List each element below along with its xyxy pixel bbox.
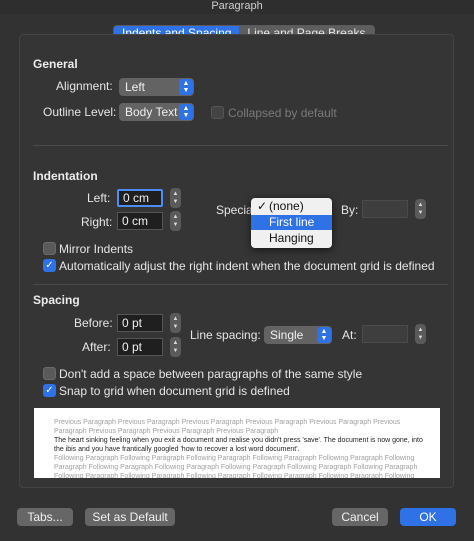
popup-arrows-icon: ▲ ▼ <box>179 79 193 95</box>
outline-level-popup[interactable]: Body Text ▲ ▼ <box>119 103 194 121</box>
special-option-first-line-label: First line <box>269 215 315 229</box>
alignment-value: Left <box>125 80 146 94</box>
section-divider <box>33 145 448 146</box>
preview-following-text: Following Paragraph Following Paragraph … <box>54 455 418 478</box>
special-dropdown-menu: ✓ (none) First line Hanging <box>251 198 332 248</box>
snap-to-grid-label: Snap to grid when document grid is defin… <box>59 384 290 398</box>
popup-arrows-icon: ▲ ▼ <box>317 327 331 343</box>
at-label: At: <box>342 328 357 342</box>
cancel-button[interactable]: Cancel <box>332 508 388 526</box>
auto-adjust-label: Automatically adjust the right indent wh… <box>59 259 435 273</box>
alignment-label: Alignment: <box>56 79 113 93</box>
spacing-before-label: Before: <box>74 316 113 330</box>
checkmark-icon: ✓ <box>45 260 54 271</box>
special-option-hanging-label: Hanging <box>269 231 314 245</box>
snap-to-grid-checkbox[interactable]: ✓ <box>43 384 56 397</box>
left-indent-label: Left: <box>87 191 111 205</box>
mirror-indents-label: Mirror Indents <box>59 242 134 256</box>
spacing-after-stepper-icon[interactable]: ▲ ▼ <box>170 337 181 357</box>
set-as-default-button[interactable]: Set as Default <box>85 508 175 526</box>
window-title: Paragraph <box>0 0 474 14</box>
special-option-first-line[interactable]: First line <box>251 215 332 230</box>
line-spacing-popup[interactable]: Single ▲ ▼ <box>264 326 332 344</box>
checkmark-icon: ✓ <box>45 385 54 396</box>
special-option-none[interactable]: ✓ (none) <box>251 199 332 214</box>
alignment-popup[interactable]: Left ▲ ▼ <box>119 78 194 96</box>
by-stepper-icon[interactable]: ▲ ▼ <box>415 199 426 219</box>
no-space-between-label: Don't add a space between paragraphs of … <box>59 367 363 381</box>
left-indent-stepper-icon[interactable]: ▲ ▼ <box>170 188 181 208</box>
special-option-hanging[interactable]: Hanging <box>251 231 332 246</box>
special-option-none-label: (none) <box>269 199 304 213</box>
left-indent-field[interactable]: 0 cm <box>117 189 163 207</box>
checkmark-icon: ✓ <box>257 199 268 213</box>
indentation-heading: Indentation <box>33 169 98 183</box>
at-stepper-icon[interactable]: ▲ ▼ <box>415 324 426 344</box>
section-divider <box>33 284 448 285</box>
ok-button[interactable]: OK <box>400 508 456 526</box>
collapsed-by-default-label: Collapsed by default <box>228 106 337 120</box>
at-field[interactable] <box>362 325 408 343</box>
spacing-heading: Spacing <box>33 293 80 307</box>
outline-level-value: Body Text <box>125 105 178 119</box>
tabs-button[interactable]: Tabs... <box>17 508 73 526</box>
right-indent-stepper-icon[interactable]: ▲ ▼ <box>170 211 181 231</box>
no-space-between-checkbox[interactable] <box>43 367 56 380</box>
preview-main-text: The heart sinking feeling when you exit … <box>54 437 423 453</box>
mirror-indents-checkbox[interactable] <box>43 242 56 255</box>
popup-arrows-icon: ▲ ▼ <box>179 104 193 120</box>
outline-level-label: Outline Level: <box>43 105 117 119</box>
by-field[interactable] <box>362 200 408 218</box>
preview-previous-text: Previous Paragraph Previous Paragraph Pr… <box>54 419 401 435</box>
auto-adjust-checkbox[interactable]: ✓ <box>43 259 56 272</box>
by-label: By: <box>341 203 359 217</box>
right-indent-label: Right: <box>81 215 113 229</box>
general-heading: General <box>33 57 78 71</box>
special-label: Special <box>216 203 256 217</box>
spacing-after-label: After: <box>82 340 111 354</box>
spacing-before-stepper-icon[interactable]: ▲ ▼ <box>170 313 181 333</box>
spacing-after-field[interactable]: 0 pt <box>117 338 163 356</box>
spacing-before-field[interactable]: 0 pt <box>117 314 163 332</box>
paragraph-preview: Previous Paragraph Previous Paragraph Pr… <box>34 408 440 478</box>
collapsed-by-default-checkbox[interactable] <box>211 106 224 119</box>
line-spacing-value: Single <box>270 328 304 342</box>
right-indent-field[interactable]: 0 cm <box>117 212 163 230</box>
line-spacing-label: Line spacing: <box>190 328 261 342</box>
